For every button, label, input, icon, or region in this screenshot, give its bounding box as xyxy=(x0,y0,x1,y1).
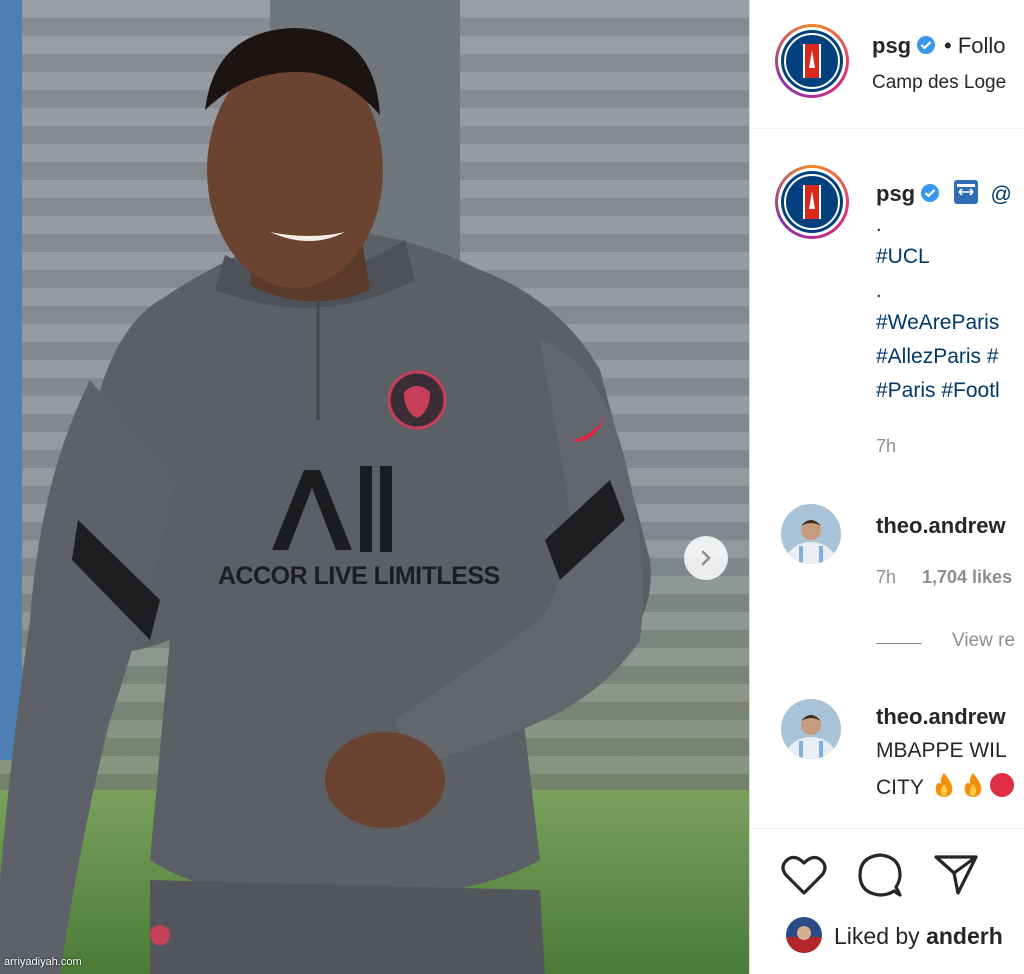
post-sidebar: psg • Follo Camp des Loge psg @ . #UCL .… xyxy=(749,0,1024,974)
view-replies-divider xyxy=(876,643,922,644)
verified-badge-icon xyxy=(920,184,939,202)
chevron-right-icon xyxy=(701,550,711,566)
post-actions: Liked by anderh xyxy=(750,828,1024,974)
comment-text: CITY xyxy=(876,776,924,799)
psg-logo-icon xyxy=(784,174,840,230)
caption-timestamp: 7h xyxy=(876,436,897,456)
jersey-sponsor-text: ACCOR LIVE LIMITLESS xyxy=(218,562,500,590)
next-photo-button[interactable] xyxy=(684,536,728,580)
comment-text: MBAPPE WIL xyxy=(876,739,1007,762)
follow-button[interactable]: • Follo xyxy=(944,33,1006,58)
fire-emoji-icon xyxy=(964,773,982,797)
comment-avatar[interactable] xyxy=(781,699,841,759)
hashtag-line[interactable]: #AllezParis # xyxy=(876,345,999,369)
watermark: arriyadiyah.com xyxy=(4,956,82,968)
liked-by-avatar[interactable] xyxy=(786,917,822,953)
comment-icon[interactable] xyxy=(856,851,904,899)
comment-username[interactable]: theo.andrew xyxy=(876,704,1006,730)
red-circle-emoji-icon xyxy=(990,773,1015,797)
share-icon[interactable] xyxy=(932,853,980,897)
psg-logo-icon xyxy=(784,33,840,89)
post-header: psg • Follo Camp des Loge xyxy=(750,0,1024,129)
hashtag-ucl[interactable]: #UCL xyxy=(876,245,930,269)
calendar-emoji-icon xyxy=(954,180,979,204)
comment-time: 7h xyxy=(876,567,897,587)
user-photo-icon xyxy=(781,504,841,564)
comment-likes[interactable]: 1,704 likes xyxy=(922,567,1012,588)
heart-icon[interactable] xyxy=(780,853,828,897)
hashtag-line[interactable]: #WeAreParis xyxy=(876,311,999,335)
liked-by-label: Liked by xyxy=(834,923,927,949)
caption-username[interactable]: psg xyxy=(876,181,915,206)
comment-avatar[interactable] xyxy=(781,504,841,564)
caption-dot: . xyxy=(876,214,882,236)
caption-avatar[interactable] xyxy=(775,165,849,239)
post-username[interactable]: psg xyxy=(872,33,911,58)
user-photo-icon xyxy=(781,699,841,759)
user-photo-icon xyxy=(786,917,822,953)
fire-emoji-icon xyxy=(935,773,953,797)
comment-username[interactable]: theo.andrew xyxy=(876,513,1006,539)
avatar[interactable] xyxy=(775,24,849,98)
hashtag-line[interactable]: #Paris #Footl xyxy=(876,379,1000,403)
caption-mention[interactable]: @ xyxy=(990,183,1011,206)
caption-dot: . xyxy=(876,280,882,302)
verified-badge-icon xyxy=(916,36,935,54)
location-link[interactable]: Camp des Loge xyxy=(872,72,1006,94)
post-photo[interactable]: ACCOR LIVE LIMITLESS arriyadiyah.com xyxy=(0,0,749,974)
liked-by-username[interactable]: anderh xyxy=(926,923,1003,949)
view-replies-link[interactable]: View re xyxy=(952,630,1015,652)
sponsor-logo xyxy=(262,458,402,558)
